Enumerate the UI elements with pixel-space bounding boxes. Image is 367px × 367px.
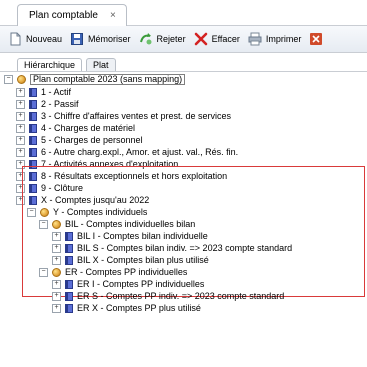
book-icon — [29, 99, 37, 109]
expand-icon[interactable]: + — [16, 135, 25, 145]
tree-item[interactable]: + 5 - Charges de personnel — [16, 135, 143, 145]
tree-item[interactable]: + 2 - Passif — [16, 99, 79, 109]
close-tab-icon[interactable]: × — [110, 10, 116, 21]
book-icon — [65, 231, 73, 241]
expand-icon[interactable]: + — [52, 303, 61, 313]
tree-item[interactable]: + ER X - Comptes PP plus utilisé — [52, 303, 201, 313]
new-button[interactable]: Nouveau — [0, 32, 62, 46]
collapse-icon[interactable]: − — [39, 267, 48, 277]
tree-item-label: 2 - Passif — [41, 99, 79, 109]
reject-icon — [139, 33, 152, 45]
collapse-icon[interactable]: − — [4, 74, 13, 84]
tree-item-er[interactable]: − ER - Comptes PP individuelles — [39, 267, 187, 277]
expand-icon[interactable]: + — [52, 279, 61, 289]
tree-item[interactable]: + BIL S - Comptes bilan indiv. => 2023 c… — [52, 243, 292, 253]
book-icon — [65, 279, 73, 289]
book-icon — [65, 255, 73, 265]
globe-icon — [40, 207, 49, 217]
book-icon — [29, 111, 37, 121]
tree-item[interactable]: + 3 - Chiffre d'affaires ventes et prest… — [16, 111, 231, 121]
expand-icon[interactable]: + — [16, 87, 25, 97]
globe-icon — [52, 267, 61, 277]
tree-item-label: 4 - Charges de matériel — [41, 123, 136, 133]
print-label: Imprimer — [265, 34, 302, 44]
tree-item[interactable]: + BIL X - Comptes bilan plus utilisé — [52, 255, 209, 265]
delete-button[interactable]: Effacer — [194, 32, 240, 46]
expand-icon[interactable]: + — [52, 291, 61, 301]
tree-item-bil[interactable]: − BIL - Comptes individuelles bilan — [39, 219, 195, 229]
new-label: Nouveau — [26, 34, 63, 44]
expand-icon[interactable]: + — [16, 147, 25, 157]
excel-icon — [310, 33, 323, 45]
expand-icon[interactable]: + — [52, 243, 61, 253]
tree-item-label: ER S - Comptes PP indiv. => 2023 compte … — [77, 291, 285, 301]
tree-item-label: ER X - Comptes PP plus utilisé — [77, 303, 201, 313]
delete-label: Effacer — [211, 34, 240, 44]
tree-item[interactable]: + 1 - Actif — [16, 87, 71, 97]
reject-button[interactable]: Rejeter — [139, 32, 186, 46]
tree-item[interactable]: + BIL I - Comptes bilan individuelle — [52, 231, 208, 241]
account-tree: − Plan comptable 2023 (sans mapping) + 1… — [0, 71, 367, 367]
tree-item-label: 5 - Charges de personnel — [41, 135, 143, 145]
tab-hierarchique[interactable]: Hiérarchique — [17, 58, 83, 72]
tree-root-label: Plan comptable 2023 (sans mapping) — [30, 73, 186, 85]
save-icon — [71, 33, 84, 45]
document-tab-bar: Plan comptable × — [0, 0, 367, 26]
tab-title: Plan comptable — [29, 10, 98, 21]
delete-icon — [194, 32, 207, 46]
book-icon — [29, 135, 37, 145]
tree-item-label: 1 - Actif — [41, 87, 72, 97]
expand-icon[interactable]: + — [52, 231, 61, 241]
globe-icon — [17, 74, 26, 84]
view-tab-bar: Hiérarchique Plat — [0, 53, 367, 72]
expand-icon[interactable]: + — [16, 99, 25, 109]
tree-item-label: ER I - Comptes PP individuelles — [77, 279, 205, 289]
tree-item-individual[interactable]: − Y - Comptes individuels — [27, 207, 147, 217]
print-button[interactable]: Imprimer — [248, 32, 302, 46]
tree-item-label: 3 - Chiffre d'affaires ventes et prest. … — [41, 111, 231, 121]
tree-item-label: BIL X - Comptes bilan plus utilisé — [77, 255, 209, 265]
expand-icon[interactable]: + — [52, 255, 61, 265]
collapse-icon[interactable]: − — [27, 207, 36, 217]
save-button[interactable]: Mémoriser — [70, 32, 131, 46]
globe-icon — [52, 219, 61, 229]
book-icon — [29, 147, 37, 157]
tree-item-label: BIL S - Comptes bilan indiv. => 2023 com… — [77, 243, 293, 253]
reject-label: Rejeter — [156, 34, 186, 44]
tab-plan-comptable[interactable]: Plan comptable × — [17, 4, 127, 26]
save-label: Mémoriser — [88, 34, 131, 44]
tree-root[interactable]: − Plan comptable 2023 (sans mapping) — [4, 73, 186, 85]
expand-icon[interactable]: + — [16, 111, 25, 121]
toolbar: Nouveau Mémoriser Rejeter Effacer Imprim… — [0, 26, 367, 53]
excel-export-button[interactable] — [309, 32, 327, 46]
tree-item-label: BIL I - Comptes bilan individuelle — [77, 231, 208, 241]
tree-item[interactable]: + ER S - Comptes PP indiv. => 2023 compt… — [52, 291, 284, 301]
tree-item-label: ER - Comptes PP individuelles — [65, 267, 188, 277]
book-icon — [65, 291, 73, 301]
expand-icon[interactable]: + — [16, 123, 25, 133]
tree-item[interactable]: + ER I - Comptes PP individuelles — [52, 279, 204, 289]
tree-item-label: BIL - Comptes individuelles bilan — [65, 219, 196, 229]
book-icon — [65, 243, 73, 253]
collapse-icon[interactable]: − — [39, 219, 48, 229]
book-icon — [29, 123, 37, 133]
book-icon — [29, 87, 37, 97]
book-icon — [65, 303, 73, 313]
tree-item-label: 6 - Autre charg.expl., Amor. et ajust. v… — [41, 147, 239, 157]
tree-item-label: Y - Comptes individuels — [53, 207, 148, 217]
tree-item[interactable]: + 6 - Autre charg.expl., Amor. et ajust.… — [16, 147, 238, 157]
print-icon — [248, 32, 262, 46]
tree-item[interactable]: + 4 - Charges de matériel — [16, 123, 135, 133]
tab-plat[interactable]: Plat — [86, 58, 116, 72]
new-document-icon — [10, 32, 21, 46]
